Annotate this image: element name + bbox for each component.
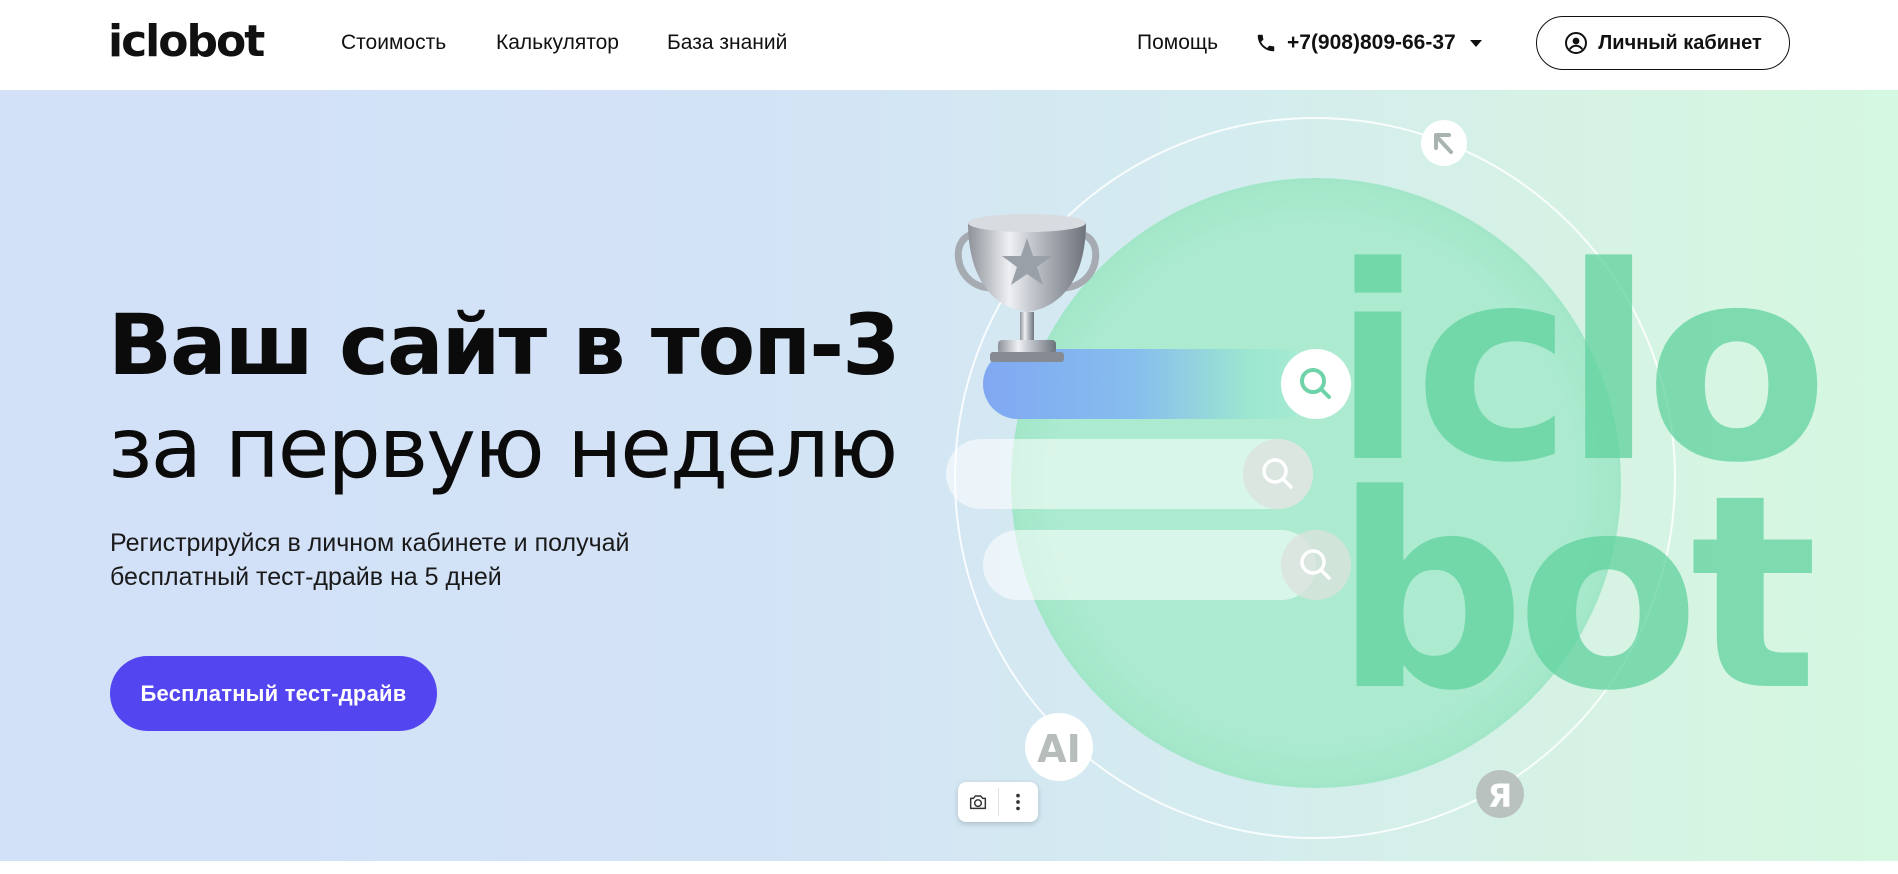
personal-account-button[interactable]: Личный кабинет: [1536, 16, 1790, 70]
trophy-icon: [954, 214, 1100, 362]
page-bottom-edge: [0, 861, 1898, 874]
orbit-badge-yandex: [1476, 770, 1524, 818]
nav-link-calculator[interactable]: Калькулятор: [496, 30, 619, 56]
phone-number: +7(908)809-66-37: [1287, 31, 1456, 54]
orbit-ring: [954, 117, 1676, 839]
arrow-up-left-icon: [1434, 133, 1453, 154]
search-icon: [1300, 368, 1331, 399]
hero-subtitle-line-2: бесплатный тест-драйв на 5 дней: [110, 563, 502, 591]
hero-subtitle: Регистрируйся в личном кабинете и получа…: [110, 526, 710, 594]
orbit-badge-ai: [1025, 713, 1093, 781]
more-vertical-icon: [1016, 793, 1021, 811]
search-icon: [1262, 458, 1293, 489]
user-circle-icon: [1565, 32, 1588, 54]
search-icon: [1300, 549, 1331, 580]
site-header: iclobot Стоимость Калькулятор База знани…: [0, 0, 1898, 90]
more-options-button[interactable]: [998, 782, 1038, 822]
nav-link-knowledge-base[interactable]: База знаний: [667, 30, 787, 56]
search-button-top: [1281, 349, 1351, 419]
hero-section: iclo bot AI Я Ваш сайт в топ-3 за первую…: [0, 90, 1898, 861]
personal-account-label: Личный кабинет: [1598, 31, 1762, 54]
watermark-iclo: iclo: [1332, 210, 1820, 522]
orbit-badge-arrow: [1421, 120, 1467, 166]
chevron-down-icon: [1469, 39, 1482, 47]
camera-button[interactable]: [958, 782, 998, 822]
hero-title-bold: Ваш сайт в топ-3: [108, 296, 901, 394]
watermark-bot: bot: [1334, 438, 1816, 750]
camera-icon: [969, 795, 986, 810]
green-circle: [1011, 178, 1621, 788]
search-bar-middle: [946, 439, 1313, 509]
search-button-bottom: [1281, 530, 1351, 600]
nav-link-pricing[interactable]: Стоимость: [341, 30, 446, 56]
search-button-middle: [1243, 439, 1313, 509]
image-toolbar: [958, 782, 1038, 822]
nav-link-help[interactable]: Помощь: [1137, 30, 1218, 56]
phone-icon: [1257, 34, 1275, 52]
logo[interactable]: iclobot: [108, 14, 265, 70]
hero-title-light: за первую неделю: [108, 399, 898, 497]
search-bar-top: [983, 349, 1316, 419]
badge-yandex-text: Я: [1488, 777, 1513, 815]
free-test-drive-button[interactable]: Бесплатный тест-драйв: [110, 656, 437, 731]
search-bar-bottom: [983, 530, 1316, 600]
hero-subtitle-line-1: Регистрируйся в личном кабинете и получа…: [110, 529, 630, 557]
phone-dropdown[interactable]: +7(908)809-66-37: [1255, 28, 1482, 58]
badge-ai-text: AI: [1037, 727, 1081, 771]
